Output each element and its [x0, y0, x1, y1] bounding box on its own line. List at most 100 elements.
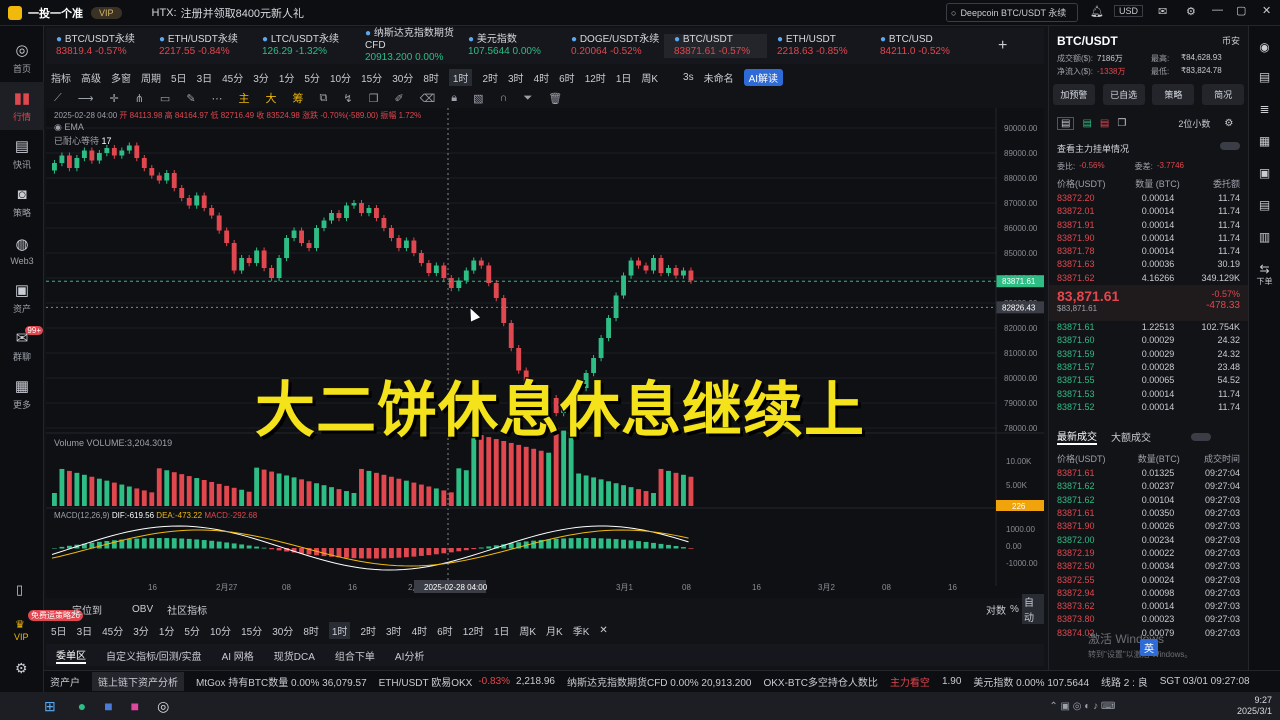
settings-icon[interactable]: ⚙	[1186, 5, 1196, 18]
data-icon[interactable]: ▦	[1249, 134, 1280, 148]
book-row[interactable]: 83871.59 0.00029 24.32	[1049, 348, 1248, 361]
windows-start-icon[interactable]: ⊞	[44, 698, 56, 715]
lock-tool-icon[interactable]: 🔒︎	[451, 92, 457, 105]
bookmark-icon[interactable]: ▤	[1249, 198, 1280, 212]
depth-toggle[interactable]	[1220, 142, 1240, 150]
exchange-name[interactable]: 币安	[1222, 34, 1240, 48]
phone-icon[interactable]: ▯	[16, 582, 23, 598]
nav-market[interactable]: ▮▮ 行情	[0, 82, 44, 130]
toolbar-item[interactable]: 4时	[534, 70, 550, 85]
bottom-tab[interactable]: AI 网格	[222, 648, 254, 663]
strategy-button[interactable]: 策略	[1152, 84, 1195, 105]
book-row[interactable]: 83871.62 0.00237 09:27:04	[1049, 480, 1248, 493]
toolbar-item[interactable]: 高级	[81, 70, 101, 85]
screenshot-tool-icon[interactable]: ⧉	[320, 92, 328, 105]
book-row[interactable]: 83872.01 0.00014 11.74	[1049, 205, 1248, 218]
trend-tool-icon[interactable]: ↯	[343, 92, 352, 105]
bottom-tab[interactable]: 现货DCA	[274, 648, 315, 663]
latest-trades-tab[interactable]: 最新成交	[1057, 428, 1097, 446]
timeframe-button[interactable]: 45分	[102, 623, 123, 638]
community-indicator-button[interactable]: 社区指标	[167, 602, 207, 617]
toolbar-item[interactable]: 2时	[482, 70, 498, 85]
magnet-tool-icon[interactable]: ∩	[500, 92, 508, 104]
text-tool-icon[interactable]: ✎	[186, 92, 195, 105]
timeframe-button[interactable]: 3分	[133, 623, 149, 638]
depth-link[interactable]: 查看主力挂单情况	[1057, 142, 1129, 155]
book-settings-icon[interactable]: ⚙	[1224, 118, 1233, 129]
book-both-icon[interactable]: ▤	[1057, 117, 1075, 130]
bottom-tab[interactable]: AI分析	[395, 648, 424, 663]
toolbar-item[interactable]: 5日	[171, 70, 187, 85]
big-order-tool[interactable]: 大	[266, 90, 277, 106]
book-row[interactable]: 83872.55 0.00024 09:27:03	[1049, 574, 1248, 587]
cross-tool-icon[interactable]: ✛	[109, 92, 118, 105]
close-icon[interactable]: ✕	[599, 625, 607, 636]
ema-label[interactable]: ◉ EMA	[54, 122, 84, 133]
timeframe-button[interactable]: 12时	[463, 623, 484, 638]
ticker-tab[interactable]: ● ETH/USDT 2218.63 -0.85%	[767, 34, 870, 58]
ticker-tab[interactable]: ● BTC/USD 84211.0 -0.52%	[870, 34, 973, 58]
timeframe-button[interactable]: 1日	[494, 623, 510, 638]
book-row[interactable]: 83871.62 0.00104 09:27:03	[1049, 494, 1248, 507]
book-row[interactable]: 83873.80 0.00023 09:27:03	[1049, 613, 1248, 626]
pair-name[interactable]: BTC/USDT	[1057, 34, 1118, 48]
calendar-icon[interactable]: ▣	[1249, 166, 1280, 180]
obv-button[interactable]: OBV	[132, 604, 153, 615]
close-icon[interactable]: ✕	[1262, 4, 1271, 17]
timeframe-button[interactable]: 30分	[272, 623, 293, 638]
toolbar-item[interactable]: 1时	[448, 68, 473, 86]
bell-icon[interactable]: 🔔︎	[1090, 5, 1104, 18]
book-row[interactable]: 83871.90 0.00014 11.74	[1049, 232, 1248, 245]
locate-button[interactable]: 定位到	[72, 602, 102, 617]
book-row[interactable]: 83871.61 0.00350 09:27:03	[1049, 507, 1248, 520]
clock[interactable]: 9:27 2025/3/1	[1237, 695, 1272, 717]
big-trades-tab[interactable]: 大额成交	[1111, 429, 1151, 444]
nav-home[interactable]: ◎ 首页	[0, 34, 44, 82]
book-row[interactable]: 83871.90 0.00026 09:27:03	[1049, 520, 1248, 533]
percent-button[interactable]: %	[1010, 604, 1019, 615]
toolbar-item[interactable]: 3日	[197, 70, 213, 85]
nav-more[interactable]: ▦ 更多	[0, 370, 44, 418]
bottom-tab[interactable]: 自定义指标/回测/实盘	[106, 648, 202, 663]
ticker-tab[interactable]: ● LTC/USDT永续 126.29 -1.32%	[252, 34, 355, 58]
decimals-select[interactable]: 2位小数	[1178, 117, 1210, 130]
toolbar-item[interactable]: 3s	[683, 72, 694, 83]
timeframe-button[interactable]: 5分	[184, 623, 200, 638]
book-row[interactable]: 83872.20 0.00014 11.74	[1049, 192, 1248, 205]
chart-canvas[interactable]: 90000.00 89000.00 88000.00 87000.00 86000.00…	[46, 108, 1044, 598]
nav-chat[interactable]: ✉ 群聊 99+	[0, 322, 44, 370]
wechat-icon[interactable]: ●	[78, 698, 86, 714]
timeframe-button[interactable]: 6时	[437, 623, 453, 638]
toolbar-item[interactable]: 周K	[641, 70, 658, 85]
book-row[interactable]: 83872.00 0.00234 09:27:03	[1049, 534, 1248, 547]
order-icon[interactable]: ⇆	[1249, 262, 1280, 276]
currency-select[interactable]: USD	[1114, 5, 1144, 17]
status-onchain[interactable]: 链上链下资产分析	[92, 672, 184, 691]
book-row[interactable]: 83871.53 0.00014 11.74	[1049, 388, 1248, 401]
timeframe-button[interactable]: 1时	[328, 621, 351, 639]
alert-button[interactable]: 加预警	[1052, 84, 1095, 105]
timeframe-button[interactable]: 8时	[303, 623, 319, 638]
profile-button[interactable]: 简况	[1202, 84, 1245, 105]
timeframe-button[interactable]: 15分	[241, 623, 262, 638]
mail-icon[interactable]: ✉	[1158, 5, 1167, 18]
toolbar-item[interactable]: 3分	[253, 70, 269, 85]
toolbar-item[interactable]: 5分	[304, 70, 320, 85]
book-row[interactable]: 83872.19 0.00022 09:27:03	[1049, 547, 1248, 560]
toolbar-item[interactable]: 8时	[423, 70, 439, 85]
main-indicator-tool[interactable]: 主	[239, 90, 250, 106]
eraser-tool-icon[interactable]: ⌫	[420, 92, 436, 105]
toolbar-item[interactable]: 6时	[559, 70, 575, 85]
ticker-tab[interactable]: ● ETH/USDT永续 2217.55 -0.84%	[149, 34, 252, 58]
book-row[interactable]: 83872.94 0.00098 09:27:03	[1049, 587, 1248, 600]
timeframe-button[interactable]: 5日	[51, 623, 67, 638]
order-label[interactable]: 下单	[1249, 276, 1280, 287]
app-obs-icon[interactable]: ◎	[157, 698, 169, 715]
trash-tool-icon[interactable]: 🗑︎	[548, 92, 562, 105]
timeframe-button[interactable]: 3时	[386, 623, 402, 638]
settings-nav-icon[interactable]: ⚙	[15, 660, 28, 677]
search-input[interactable]: ○ Deepcoin BTC/USDT 永续	[946, 3, 1078, 22]
ticker-tab[interactable]: ● BTC/USDT永续 83819.4 -0.57%	[46, 34, 149, 58]
toolbar-item[interactable]: 10分	[330, 70, 351, 85]
ticker-tab[interactable]: ● BTC/USDT 83871.61 -0.57%	[664, 34, 767, 58]
